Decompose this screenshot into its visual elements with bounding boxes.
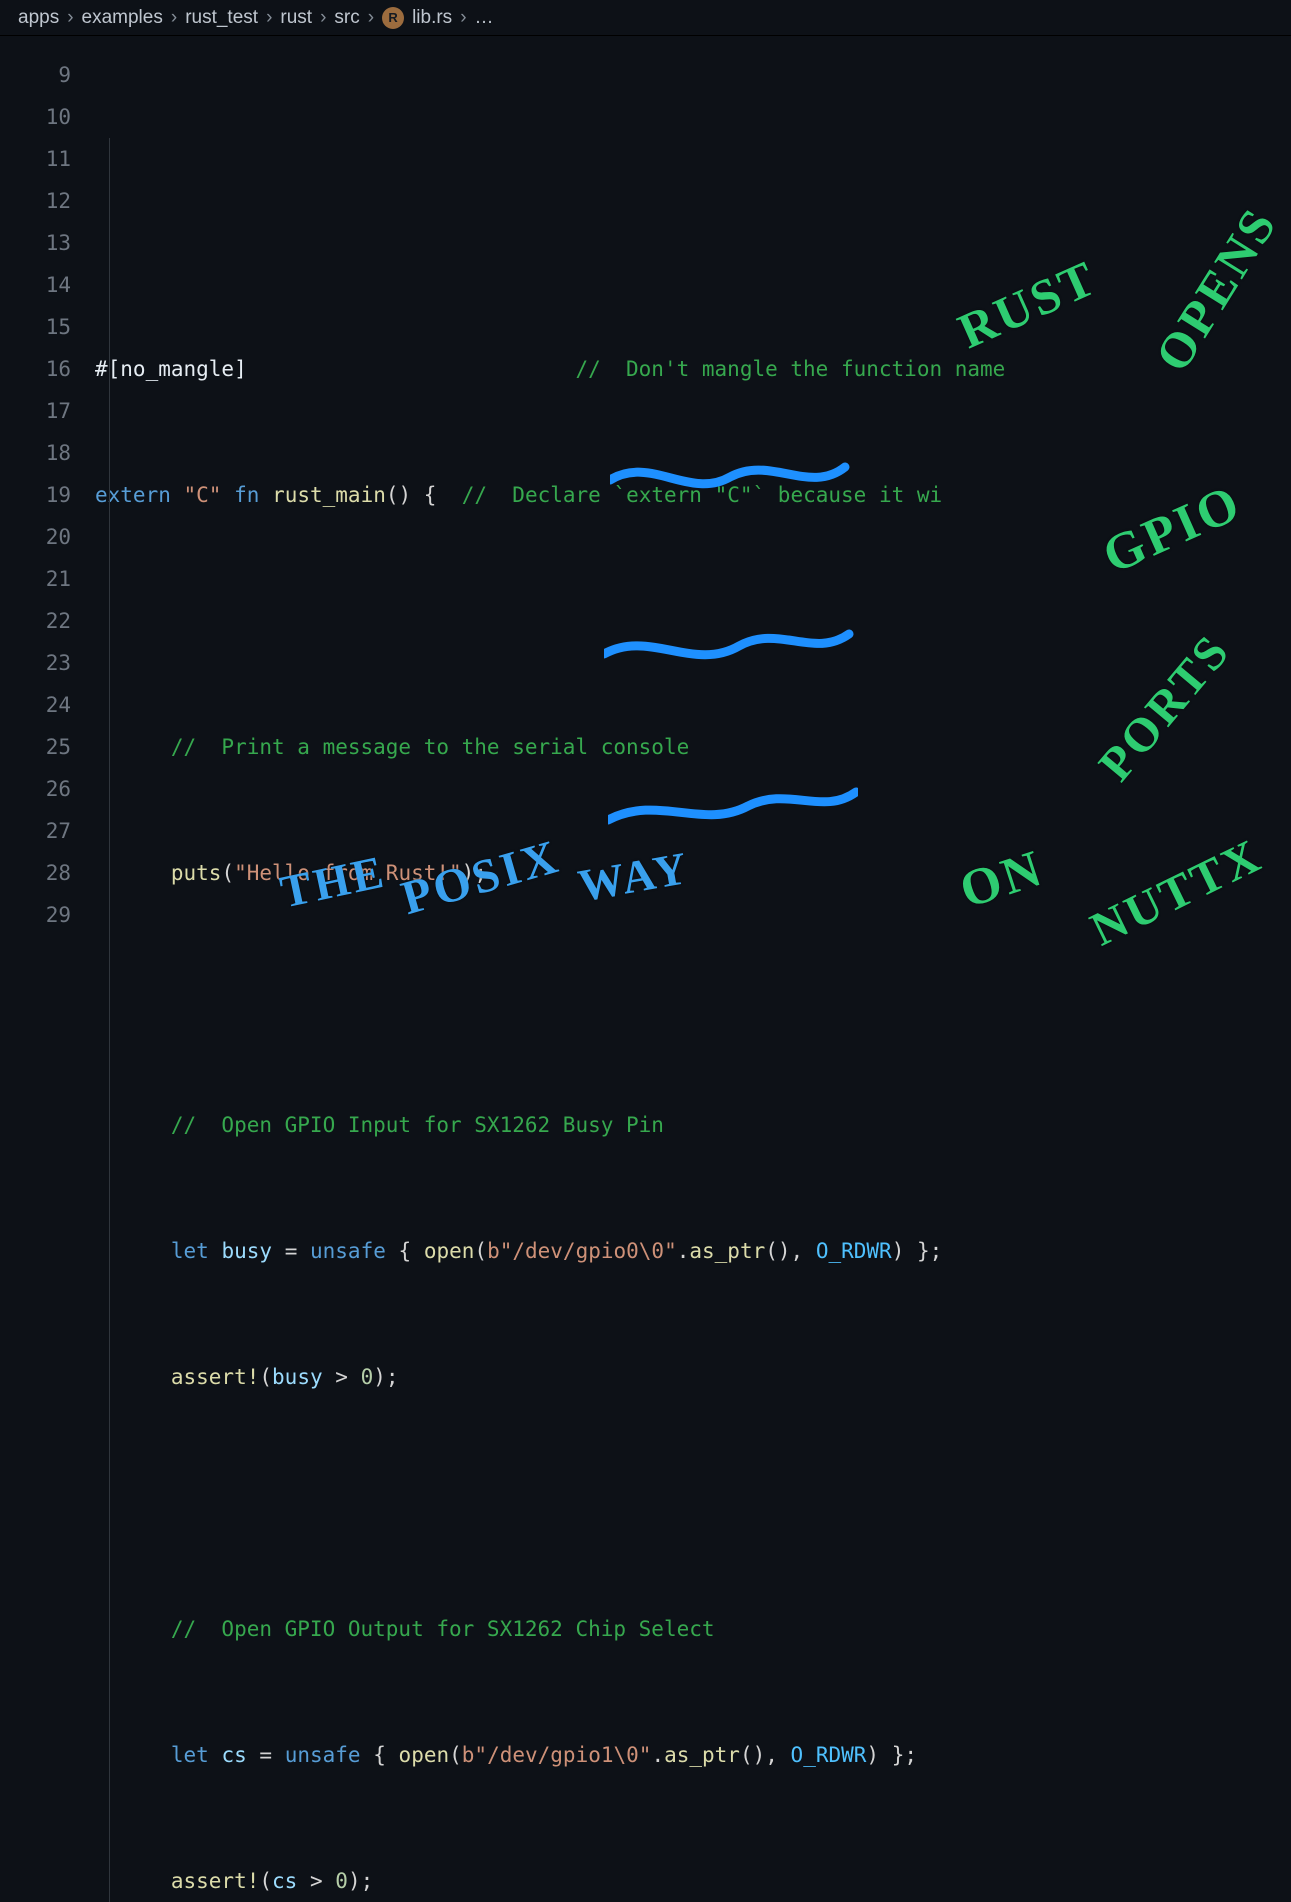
chevron-right-icon: ›	[320, 7, 326, 29]
line-number: 15	[0, 306, 95, 348]
line-number: 12	[0, 180, 95, 222]
line-number: 17	[0, 390, 95, 432]
code-line	[95, 222, 1291, 264]
code-editor[interactable]: 9101112131415161718192021222324252627282…	[0, 36, 1291, 1902]
line-number: 13	[0, 222, 95, 264]
code-line	[95, 1482, 1291, 1524]
line-number: 28	[0, 852, 95, 894]
rust-file-icon: R	[382, 7, 404, 29]
line-number: 22	[0, 600, 95, 642]
code-area[interactable]: #[no_mangle] // Don't mangle the functio…	[95, 36, 1291, 1902]
line-number: 27	[0, 810, 95, 852]
line-number: 16	[0, 348, 95, 390]
crumb-apps[interactable]: apps	[18, 7, 59, 29]
line-number: 20	[0, 516, 95, 558]
code-line: assert!(cs > 0);	[95, 1860, 1291, 1902]
line-number-gutter: 9101112131415161718192021222324252627282…	[0, 36, 95, 1902]
line-number: 9	[0, 54, 95, 96]
line-number: 10	[0, 96, 95, 138]
code-line: let cs = unsafe { open(b"/dev/gpio1\0".a…	[95, 1734, 1291, 1776]
line-number: 19	[0, 474, 95, 516]
squiggle-icon	[608, 786, 858, 831]
line-number: 26	[0, 768, 95, 810]
chevron-right-icon: ›	[460, 7, 466, 29]
code-line	[95, 978, 1291, 1020]
line-number: 25	[0, 726, 95, 768]
crumb-examples[interactable]: examples	[82, 7, 163, 29]
code-line: let busy = unsafe { open(b"/dev/gpio0\0"…	[95, 1230, 1291, 1272]
squiggle-icon	[604, 624, 854, 669]
line-number: 21	[0, 558, 95, 600]
code-line: // Print a message to the serial console	[95, 726, 1291, 768]
code-line: puts("Hello from Rust!");	[95, 852, 1291, 894]
code-line: // Open GPIO Output for SX1262 Chip Sele…	[95, 1608, 1291, 1650]
chevron-right-icon: ›	[368, 7, 374, 29]
squiggle-icon	[610, 455, 850, 495]
chevron-right-icon: ›	[171, 7, 177, 29]
crumb-symbol[interactable]: …	[475, 7, 494, 29]
crumb-rust-test[interactable]: rust_test	[185, 7, 258, 29]
line-number: 18	[0, 432, 95, 474]
line-number: 11	[0, 138, 95, 180]
crumb-lib-rs[interactable]: lib.rs	[412, 7, 452, 29]
line-number: 14	[0, 264, 95, 306]
line-number: 24	[0, 684, 95, 726]
indent-guide	[109, 138, 110, 1902]
code-line: // Open GPIO Input for SX1262 Busy Pin	[95, 1104, 1291, 1146]
crumb-src[interactable]: src	[334, 7, 359, 29]
code-line: #[no_mangle] // Don't mangle the functio…	[95, 348, 1291, 390]
line-number: 23	[0, 642, 95, 684]
line-number: 29	[0, 894, 95, 936]
code-line: assert!(busy > 0);	[95, 1356, 1291, 1398]
chevron-right-icon: ›	[266, 7, 272, 29]
breadcrumb[interactable]: apps › examples › rust_test › rust › src…	[0, 0, 1291, 36]
crumb-rust[interactable]: rust	[280, 7, 312, 29]
chevron-right-icon: ›	[67, 7, 73, 29]
